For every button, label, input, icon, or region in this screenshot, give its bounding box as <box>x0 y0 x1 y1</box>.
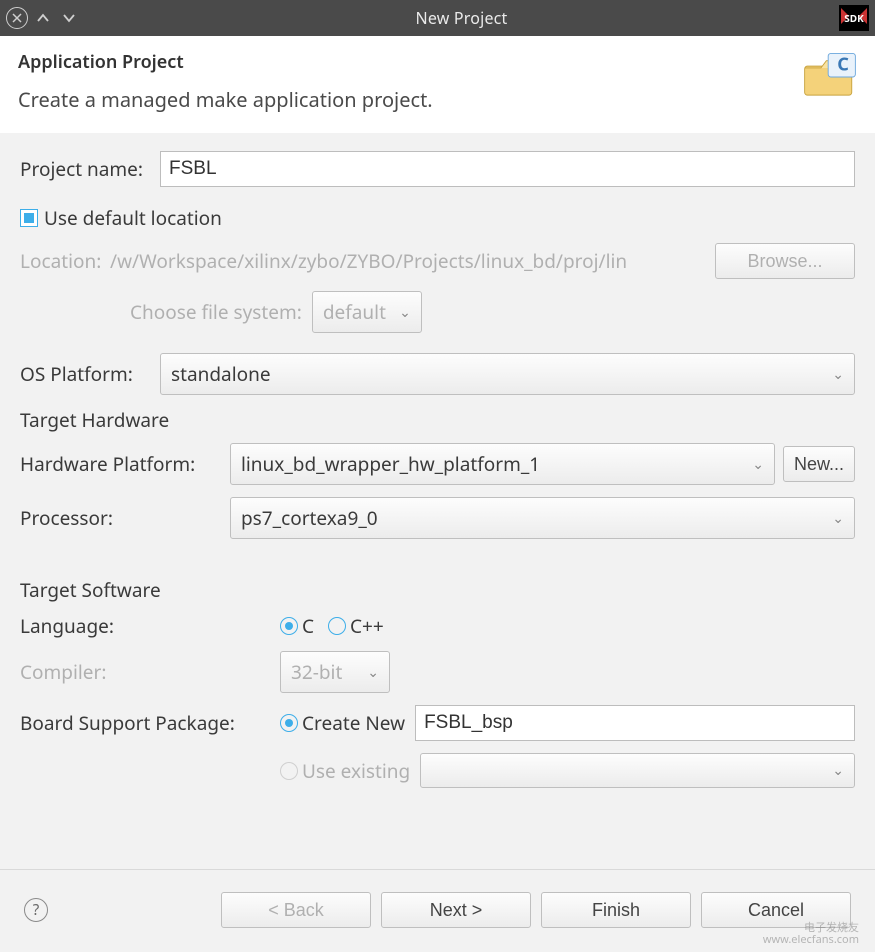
language-c-radio[interactable] <box>280 617 298 635</box>
processor-label: Processor: <box>20 505 230 531</box>
hardware-platform-select[interactable]: linux_bd_wrapper_hw_platform_1⌄ <box>230 443 775 485</box>
location-label: Location: <box>20 248 110 274</box>
hardware-platform-label: Hardware Platform: <box>20 451 230 477</box>
browse-button: Browse... <box>715 243 855 279</box>
processor-select[interactable]: ps7_cortexa9_0⌄ <box>230 497 855 539</box>
target-software-title: Target Software <box>20 577 855 603</box>
header-description: Create a managed make application projec… <box>18 86 857 113</box>
bsp-existing-label: Use existing <box>302 758 410 784</box>
language-cpp-radio[interactable] <box>328 617 346 635</box>
location-value: /w/Workspace/xilinx/zybo/ZYBO/Projects/l… <box>110 248 701 274</box>
filesystem-label: Choose file system: <box>130 299 302 325</box>
bsp-name-input[interactable] <box>415 705 855 741</box>
project-folder-icon: C <box>801 48 859 106</box>
window-close-icon[interactable] <box>6 7 28 29</box>
chevron-down-icon: ⌄ <box>752 455 764 474</box>
help-icon[interactable]: ? <box>24 898 48 922</box>
svg-text:C: C <box>837 53 849 77</box>
watermark: 电子发烧友 www.elecfans.com <box>763 922 859 946</box>
filesystem-select: default⌄ <box>312 291 422 333</box>
window-up-icon[interactable] <box>32 7 54 29</box>
compiler-select: 32-bit⌄ <box>280 651 390 693</box>
wizard-header: Application Project Create a managed mak… <box>0 36 875 133</box>
wizard-body: Project name: Use default location Locat… <box>0 133 875 788</box>
language-c-label: C <box>302 613 314 639</box>
window-down-icon[interactable] <box>58 7 80 29</box>
chevron-down-icon: ⌄ <box>832 365 844 384</box>
window-title: New Project <box>84 7 839 29</box>
bsp-create-radio[interactable] <box>280 714 298 732</box>
footer-separator <box>0 869 875 870</box>
bsp-label: Board Support Package: <box>20 710 280 736</box>
chevron-down-icon: ⌄ <box>367 663 379 682</box>
use-default-location-label: Use default location <box>44 205 222 231</box>
window-titlebar: New Project SDK <box>0 0 875 36</box>
bsp-existing-radio <box>280 762 298 780</box>
finish-button[interactable]: Finish <box>541 892 691 928</box>
chevron-down-icon: ⌄ <box>832 509 844 528</box>
os-platform-select[interactable]: standalone⌄ <box>160 353 855 395</box>
project-name-label: Project name: <box>20 156 160 182</box>
chevron-down-icon: ⌄ <box>399 303 411 322</box>
bsp-create-label: Create New <box>302 710 405 736</box>
next-button[interactable]: Next > <box>381 892 531 928</box>
project-name-input[interactable] <box>160 151 855 187</box>
back-button: < Back <box>221 892 371 928</box>
use-default-location-checkbox[interactable] <box>20 209 38 227</box>
language-cpp-label: C++ <box>350 613 384 639</box>
new-hardware-button[interactable]: New... <box>783 446 855 482</box>
target-hardware-title: Target Hardware <box>20 407 855 433</box>
os-platform-label: OS Platform: <box>20 361 160 387</box>
compiler-label: Compiler: <box>20 659 280 685</box>
wizard-footer: ? < Back Next > Finish Cancel <box>0 872 875 952</box>
header-title: Application Project <box>18 50 857 74</box>
language-label: Language: <box>20 613 280 639</box>
chevron-down-icon: ⌄ <box>832 761 844 780</box>
sdk-logo-icon: SDK <box>839 5 869 31</box>
bsp-existing-select: ⌄ <box>420 753 855 788</box>
